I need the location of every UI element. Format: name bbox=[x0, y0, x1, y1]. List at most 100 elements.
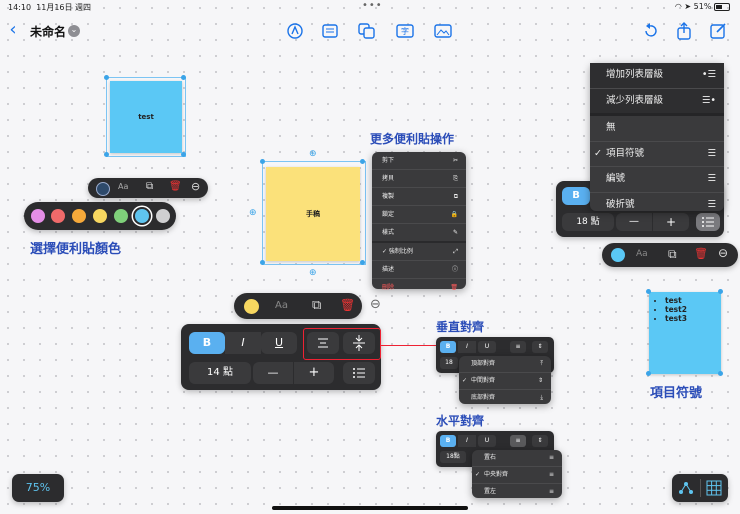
color-picker-button[interactable] bbox=[611, 248, 625, 262]
yellow-sticky-note[interactable]: 手稿 bbox=[266, 167, 360, 261]
context-menu-item[interactable]: 鎖定 🔒 bbox=[372, 206, 466, 224]
vertical-align-button[interactable]: ⇕ bbox=[532, 341, 548, 353]
resize-handle[interactable] bbox=[718, 371, 723, 376]
list-menu-item[interactable]: ✓ 項目符號 ☰ bbox=[590, 142, 724, 168]
italic-button[interactable]: I bbox=[458, 435, 476, 447]
horizontal-align-option[interactable]: 置左 ≡ bbox=[472, 484, 562, 500]
context-menu-item[interactable]: 拷貝 ⎘ bbox=[372, 170, 466, 188]
list-menu-item[interactable]: 破折號 ☰ bbox=[590, 193, 724, 218]
resize-handle[interactable] bbox=[181, 152, 186, 157]
image-icon[interactable] bbox=[434, 24, 452, 38]
underline-button[interactable]: U bbox=[261, 332, 297, 354]
horizontal-align-button[interactable]: ≡ bbox=[510, 341, 526, 353]
font-size-display: 14 點 bbox=[189, 362, 251, 384]
list-menu-item[interactable]: 減少列表層級 ☰• bbox=[590, 88, 724, 117]
shapes-icon[interactable] bbox=[358, 23, 375, 39]
pen-tool-icon[interactable] bbox=[287, 23, 303, 39]
list-style-button[interactable] bbox=[343, 362, 375, 384]
bold-button[interactable]: B bbox=[440, 341, 456, 353]
resize-handle[interactable] bbox=[360, 260, 365, 265]
back-icon[interactable]: ‹ bbox=[6, 21, 20, 39]
color-swatch[interactable] bbox=[114, 209, 128, 223]
color-swatch[interactable] bbox=[156, 209, 170, 223]
italic-button[interactable]: I bbox=[225, 332, 261, 354]
italic-button[interactable]: I bbox=[458, 341, 476, 353]
context-menu-item[interactable]: 描述 ⓘ bbox=[372, 261, 466, 279]
connector-plus-icon[interactable]: ⊕ bbox=[309, 149, 317, 159]
duplicate-icon[interactable]: ⧉ bbox=[668, 247, 677, 262]
connector-plus-icon[interactable]: ⊕ bbox=[309, 268, 317, 278]
font-style-button[interactable]: Aa bbox=[118, 182, 128, 191]
more-icon[interactable]: ⊖ bbox=[718, 246, 728, 260]
resize-handle[interactable] bbox=[104, 75, 109, 80]
color-picker-button[interactable] bbox=[96, 182, 110, 196]
color-swatch[interactable] bbox=[72, 209, 86, 223]
zoom-level-button[interactable]: 75% bbox=[12, 474, 64, 502]
document-title[interactable]: 未命名 bbox=[30, 23, 66, 40]
context-menu-item[interactable]: 複製 ⧉ bbox=[372, 188, 466, 206]
trash-icon[interactable]: 🗑 bbox=[694, 247, 708, 260]
horizontal-align-option[interactable]: 置右 ≡ bbox=[472, 450, 562, 467]
resize-handle[interactable] bbox=[646, 289, 651, 294]
option-label: 底部對齊 bbox=[471, 394, 496, 401]
vertical-align-option[interactable]: 頂部對齊 ⤒ bbox=[459, 356, 551, 373]
color-swatch[interactable] bbox=[51, 209, 65, 223]
battery-icon bbox=[714, 2, 730, 11]
list-sticky-note[interactable]: testtest2test3 bbox=[649, 292, 721, 374]
more-icon[interactable]: ⊖ bbox=[191, 180, 200, 193]
list-menu-item[interactable]: 無 bbox=[590, 116, 724, 142]
resize-handle[interactable] bbox=[718, 289, 723, 294]
vertical-align-option[interactable]: ✓ 中間對齊 ⇕ bbox=[459, 373, 551, 390]
battery-percent: 51% bbox=[693, 2, 712, 11]
blue-sticky-note[interactable]: test bbox=[110, 81, 182, 153]
underline-button[interactable]: U bbox=[478, 341, 496, 353]
home-indicator[interactable] bbox=[272, 506, 468, 510]
list-item: test bbox=[665, 296, 721, 305]
bold-button[interactable]: B bbox=[189, 332, 225, 354]
vertical-align-option[interactable]: 底部對齊 ⤓ bbox=[459, 390, 551, 406]
context-menu-label: 拷貝 bbox=[382, 175, 395, 182]
bold-button[interactable]: B bbox=[562, 187, 590, 205]
multitask-handle[interactable]: ••• bbox=[362, 1, 383, 11]
context-menu-item[interactable]: 剪下 ✂ bbox=[372, 152, 466, 170]
connector-tool-icon[interactable] bbox=[678, 480, 694, 496]
undo-icon[interactable] bbox=[642, 23, 658, 39]
title-menu-chevron-icon[interactable]: ⌄ bbox=[68, 25, 80, 37]
context-menu-item[interactable]: 刪除 🗑 bbox=[372, 279, 466, 296]
trash-icon[interactable]: 🗑 bbox=[169, 181, 182, 192]
color-swatch-selected[interactable] bbox=[135, 209, 149, 223]
color-swatch[interactable] bbox=[31, 209, 45, 223]
more-icon[interactable]: ⊖ bbox=[370, 297, 381, 312]
horizontal-align-button[interactable]: ≡ bbox=[510, 435, 526, 447]
resize-handle[interactable] bbox=[104, 152, 109, 157]
color-swatch[interactable] bbox=[93, 209, 107, 223]
underline-button[interactable]: U bbox=[478, 435, 496, 447]
horizontal-align-option[interactable]: ✓ 中央對齊 ≡ bbox=[472, 467, 562, 484]
trash-icon[interactable]: 🗑 bbox=[340, 298, 355, 312]
yellow-note-text: 手稿 bbox=[306, 210, 320, 218]
resize-handle[interactable] bbox=[181, 75, 186, 80]
font-style-button[interactable]: Aa bbox=[275, 300, 288, 311]
resize-handle[interactable] bbox=[260, 260, 265, 265]
color-picker-button[interactable] bbox=[244, 299, 259, 314]
font-style-button[interactable]: Aa bbox=[636, 249, 648, 259]
resize-handle[interactable] bbox=[646, 371, 651, 376]
share-icon[interactable] bbox=[676, 22, 692, 40]
context-menu-item[interactable]: 樣式 ✎ bbox=[372, 224, 466, 243]
connector-plus-icon[interactable]: ⊕ bbox=[249, 208, 257, 218]
list-menu-item[interactable]: 編號 ☰ bbox=[590, 167, 724, 193]
bold-button[interactable]: B bbox=[440, 435, 456, 447]
increase-size-button[interactable]: + bbox=[294, 362, 334, 384]
sticky-note-text-icon[interactable]: 字 bbox=[396, 24, 414, 38]
resize-handle[interactable] bbox=[360, 159, 365, 164]
text-box-icon[interactable] bbox=[322, 24, 338, 38]
compose-icon[interactable] bbox=[710, 22, 727, 39]
vertical-align-button[interactable]: ⇕ bbox=[532, 435, 548, 447]
list-menu-item[interactable]: 增加列表層級 •☰ bbox=[590, 63, 724, 89]
decrease-size-button[interactable]: — bbox=[253, 362, 293, 384]
duplicate-icon[interactable]: ⧉ bbox=[312, 298, 321, 313]
grid-icon[interactable] bbox=[706, 480, 722, 496]
duplicate-icon[interactable]: ⧉ bbox=[146, 181, 153, 192]
context-menu-item[interactable]: ✓ 強制比例 ⤢ bbox=[372, 243, 466, 261]
resize-handle[interactable] bbox=[260, 159, 265, 164]
